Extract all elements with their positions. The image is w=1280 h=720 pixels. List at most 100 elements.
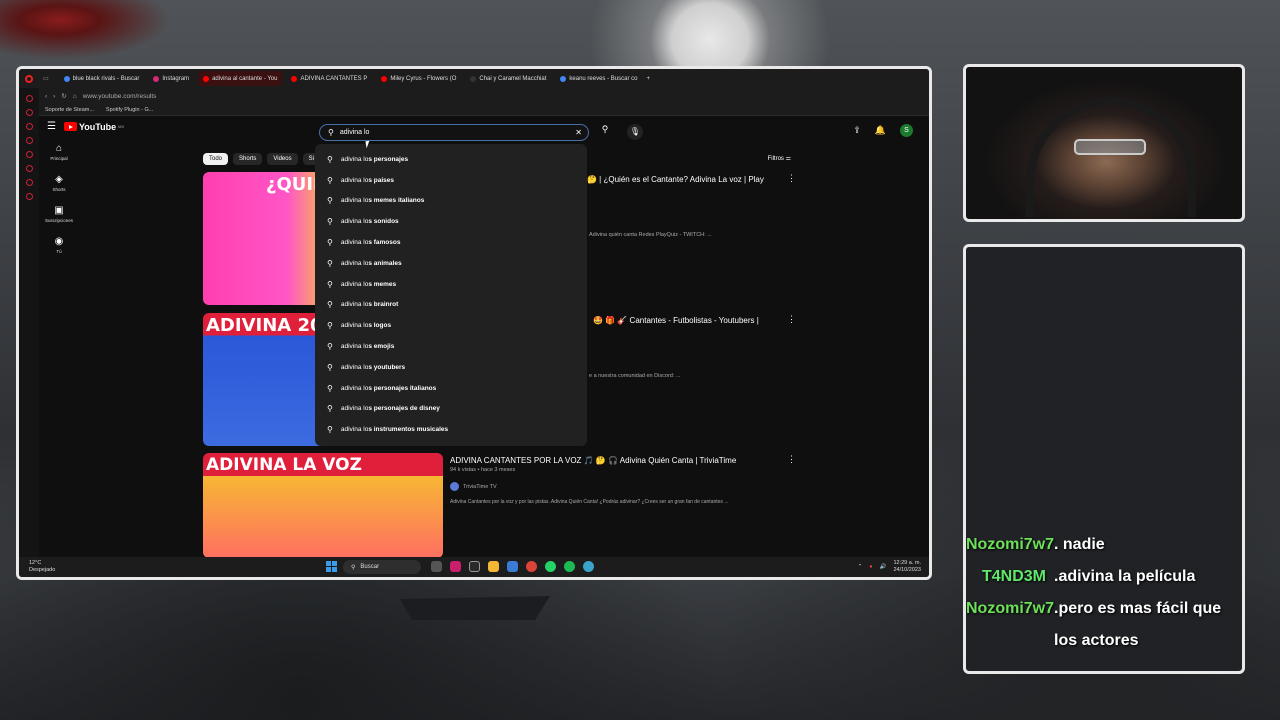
video-meta: 94 k vistas • hace 3 meses: [450, 467, 516, 473]
chip-shorts[interactable]: Shorts: [233, 153, 263, 165]
search-suggestion[interactable]: ⚲ adivina los personajes: [315, 149, 587, 170]
sidebar-app-icon[interactable]: [25, 179, 33, 186]
upload-icon[interactable]: ⇪: [853, 125, 861, 136]
search-suggestion[interactable]: ⚲ adivina los logos: [315, 315, 587, 336]
guide-item-suscripciones[interactable]: ▣ Suscripciones: [39, 206, 79, 224]
search-input[interactable]: ⚲ adivina lo ✕: [319, 124, 589, 141]
browser-tab[interactable]: ADIVINA CANTANTES P: [286, 71, 372, 86]
weather-widget[interactable]: 12°C Despejado: [29, 560, 55, 574]
suggestion-prefix: adivina lo: [340, 322, 369, 330]
opera-logo-icon[interactable]: [25, 74, 33, 83]
browser-tab[interactable]: keanu reeves - Buscar co: [555, 71, 642, 86]
more-actions-icon[interactable]: ⋮: [787, 173, 796, 184]
filters-button[interactable]: Filtros ⚌: [768, 155, 791, 162]
suggestion-prefix: adivina lo: [340, 176, 369, 184]
browser-tab[interactable]: adivina al cantante - You: [198, 71, 283, 86]
chevron-up-icon[interactable]: ⌃: [858, 564, 863, 570]
search-suggestion[interactable]: ⚲ adivina los emojis: [315, 336, 587, 357]
video-title[interactable]: 🤔 | ¿Quién es el Cantante? Adivina La vo…: [587, 175, 764, 184]
search-suggestion[interactable]: ⚲ adivina los animales: [315, 253, 587, 274]
search-suggestion[interactable]: ⚲ adivina los sonidos: [315, 211, 587, 232]
search-suggestion[interactable]: ⚲ adivina los personajes italianos: [315, 378, 587, 399]
tab-favicon-icon: [63, 75, 70, 82]
folder-icon[interactable]: [488, 561, 499, 572]
opera-taskbar-icon[interactable]: [450, 561, 461, 572]
sidebar-app-icon[interactable]: [25, 109, 33, 116]
suggestion-completion: s instrumentos musicales: [368, 426, 449, 434]
forward-icon[interactable]: ›: [53, 93, 55, 100]
new-tab-icon[interactable]: +: [646, 76, 650, 82]
search-suggestion[interactable]: ⚲ adivina los instrumentos musicales: [315, 419, 587, 440]
home-browser-icon[interactable]: ⌂: [73, 93, 77, 100]
suggestion-text: adivina los personajes: [341, 156, 408, 163]
browser-tab[interactable]: blue black rivals - Buscar: [59, 71, 145, 86]
more-actions-icon[interactable]: ⋮: [787, 314, 796, 325]
microphone-icon[interactable]: 🎙: [627, 124, 643, 140]
sidebar-app-icon[interactable]: [25, 165, 33, 172]
bookmark-steam[interactable]: Soporte de Steam...: [45, 107, 94, 113]
spotify-icon[interactable]: [564, 561, 575, 572]
xbox-icon[interactable]: [469, 561, 480, 572]
suggestion-completion: s youtubers: [368, 363, 406, 371]
store-icon[interactable]: [507, 561, 518, 572]
tab-label: Chai y Caramel Macchiat: [479, 75, 547, 82]
chip-todo[interactable]: Todo: [203, 153, 229, 165]
sidebar-app-icon[interactable]: [25, 193, 33, 200]
guide-item-shorts[interactable]: ◈ Shorts: [39, 175, 79, 193]
guide-item-principal[interactable]: ⌂ Principal: [39, 144, 79, 162]
search-suggestion[interactable]: ⚲ adivina los países: [315, 170, 587, 191]
tab-label: blue black rivals - Buscar: [72, 75, 140, 82]
search-button[interactable]: ⚲: [594, 124, 616, 141]
guide-item-tú[interactable]: ◉ Tú: [39, 236, 79, 255]
search-suggestion[interactable]: ⚲ adivina los youtubers: [315, 357, 587, 378]
taskbar-app-icon[interactable]: [431, 561, 442, 572]
suggestion-prefix: adivina lo: [340, 301, 369, 309]
app-icon[interactable]: [583, 561, 594, 572]
suggestion-text: adivina los personajes italianos: [341, 385, 436, 392]
video-title[interactable]: 🤩 🎁 🎸 Cantantes - Futbolistas - Youtuber…: [593, 316, 759, 325]
search-suggestion[interactable]: ⚲ adivina los brainrot: [315, 295, 587, 316]
clear-search-icon[interactable]: ✕: [575, 128, 582, 137]
browser-tab[interactable]: Chai y Caramel Macchiat: [465, 71, 551, 86]
video-title[interactable]: ADIVINA CANTANTES POR LA VOZ 🎵 🤔 🎧 Adivi…: [450, 456, 736, 465]
sidebar-app-icon[interactable]: [25, 123, 33, 130]
chip-videos[interactable]: Videos: [267, 153, 298, 165]
address-bar[interactable]: www.youtube.com/results: [83, 93, 157, 100]
you-icon: ◉: [54, 236, 64, 247]
back-icon[interactable]: ‹: [45, 93, 47, 100]
tab-overview-icon[interactable]: ▭: [43, 75, 49, 82]
clock[interactable]: 12:29 a. m. 24/10/2023: [893, 560, 921, 574]
taskbar-search[interactable]: ⚲ Buscar: [343, 560, 421, 574]
bookmark-spotify[interactable]: Spotify Plugin - G...: [106, 107, 153, 113]
suggestion-prefix: adivina lo: [340, 239, 369, 247]
search-icon: ⚲: [327, 425, 333, 435]
tab-label: Miley Cyrus - Flowers (O: [390, 75, 457, 82]
sidebar-app-icon[interactable]: [25, 95, 33, 102]
reload-icon[interactable]: ↻: [61, 92, 66, 100]
thumbnail-text: ADIVINA 20: [206, 315, 323, 336]
suggestion-text: adivina los países: [341, 177, 394, 184]
sidebar-app-icon[interactable]: [25, 137, 33, 144]
chrome-icon[interactable]: [526, 561, 537, 572]
avatar[interactable]: S: [900, 124, 913, 137]
chat-messages: Nozomi7w7. nadie T4ND3M .adivina la pelícu…: [966, 529, 1242, 657]
sidebar-app-icon[interactable]: [25, 151, 33, 158]
channel-name[interactable]: TriviaTime TV: [450, 482, 497, 491]
windows-start-icon[interactable]: [326, 561, 337, 572]
browser-tab[interactable]: Miley Cyrus - Flowers (O: [376, 71, 461, 86]
video-thumbnail[interactable]: ADIVINA LA VOZ: [203, 453, 443, 558]
search-suggestion[interactable]: ⚲ adivina los memes: [315, 274, 587, 295]
search-suggestion[interactable]: ⚲ adivina los memes italianos: [315, 191, 587, 212]
browser-window: ▭ blue black rivals - Buscar Instagram adi…: [16, 66, 932, 580]
more-actions-icon[interactable]: ⋮: [787, 454, 796, 465]
notifications-icon[interactable]: 🔔: [875, 125, 886, 136]
search-suggestion[interactable]: ⚲ adivina los famosos: [315, 232, 587, 253]
volume-icon[interactable]: 🔊: [880, 564, 887, 570]
suggestion-text: adivina los emojis: [341, 343, 394, 350]
mic-tray-icon[interactable]: ●: [869, 564, 872, 570]
suggestion-completion: s memes: [368, 280, 397, 288]
tab-label: keanu reeves - Buscar co: [569, 75, 638, 82]
whatsapp-icon[interactable]: [545, 561, 556, 572]
browser-tab[interactable]: Instagram: [148, 71, 194, 86]
search-suggestion[interactable]: ⚲ adivina los personajes de disney: [315, 399, 587, 420]
